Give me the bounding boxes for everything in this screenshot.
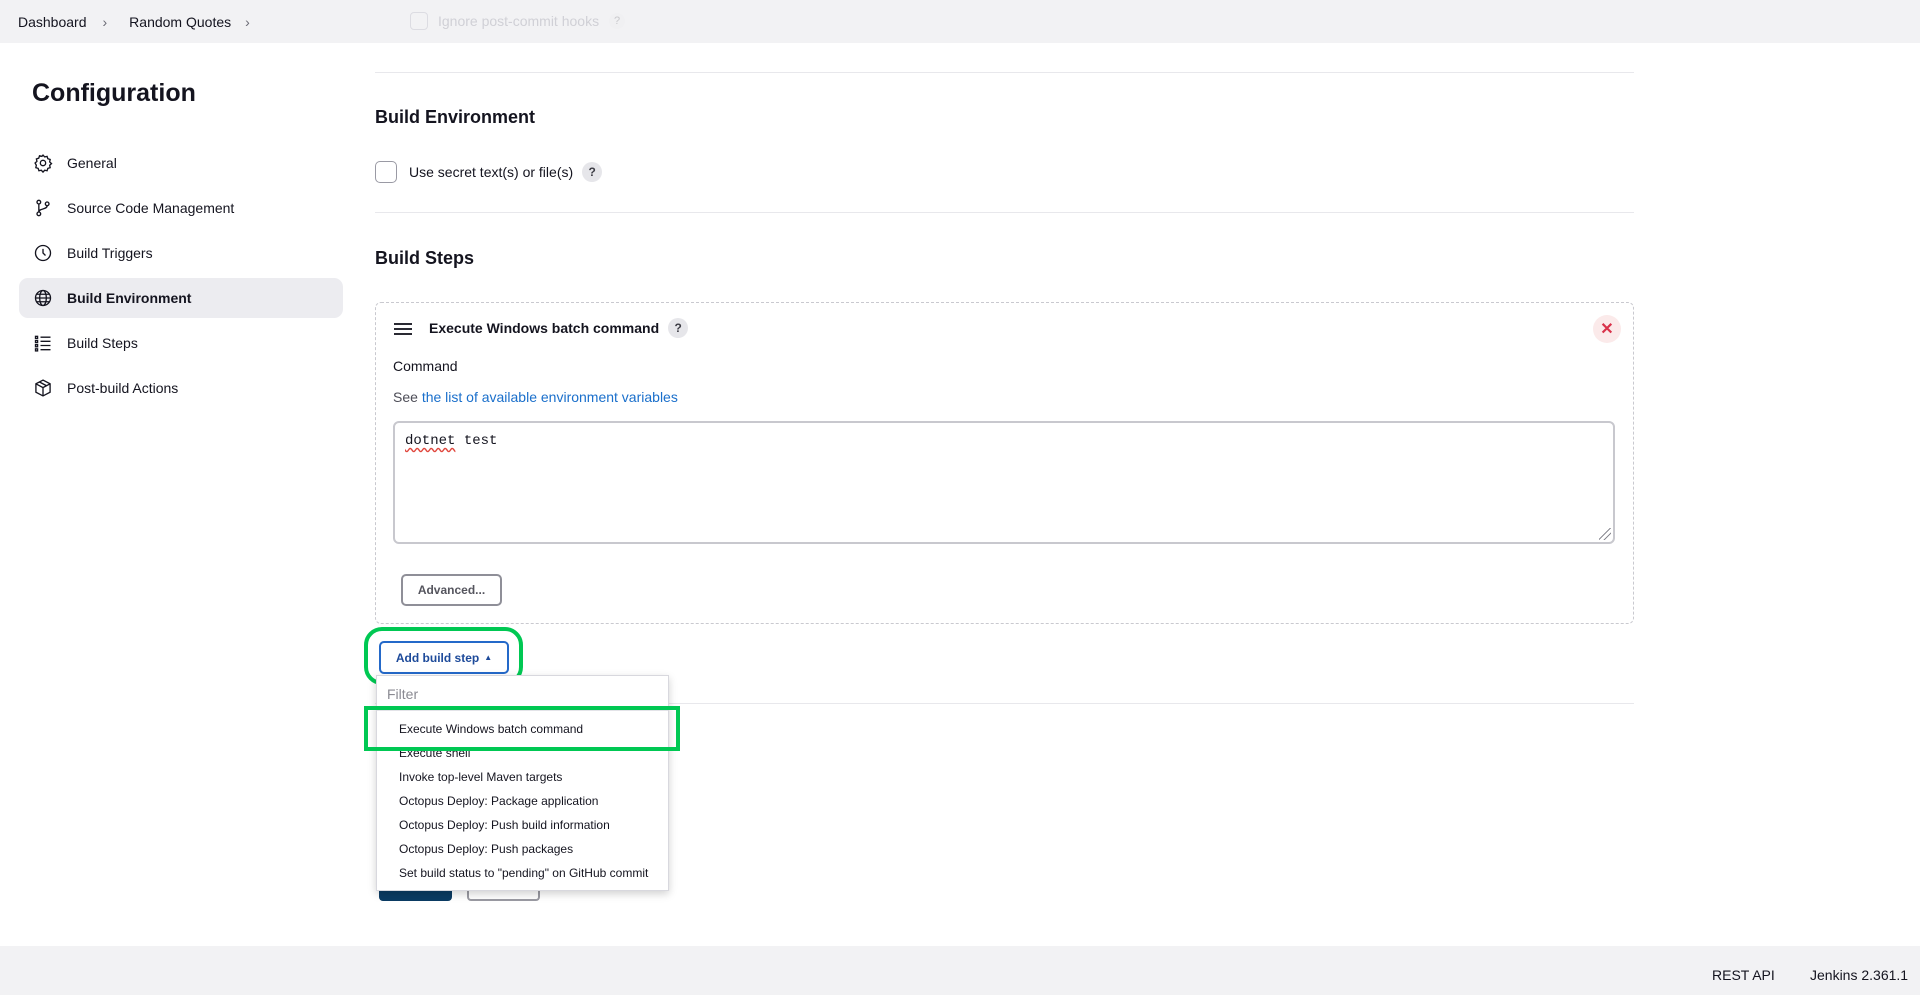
command-textarea[interactable]: dotnet test xyxy=(393,421,1615,544)
menu-item-octopus-package[interactable]: Octopus Deploy: Package application xyxy=(377,789,668,813)
see-prefix: See xyxy=(393,389,418,405)
use-secret-label[interactable]: Use secret text(s) or file(s) xyxy=(409,164,573,180)
caret-up-icon: ▲ xyxy=(484,653,493,662)
sidebar-item-general[interactable]: General xyxy=(19,143,343,183)
build-step-card: Execute Windows batch command ? ✕ Comman… xyxy=(375,302,1634,624)
drag-handle-icon[interactable] xyxy=(394,323,412,338)
secret-checkbox-row: Use secret text(s) or file(s) ? xyxy=(375,161,603,183)
sidebar-item-label: Build Steps xyxy=(67,335,138,351)
ignore-hooks-checkbox[interactable] xyxy=(410,12,428,30)
breadcrumb-dashboard[interactable]: Dashboard xyxy=(18,14,87,30)
chevron-right-icon[interactable]: › xyxy=(245,14,250,30)
section-title-build-steps: Build Steps xyxy=(375,248,475,268)
resize-handle-icon[interactable] xyxy=(1599,528,1611,540)
sidebar-item-label: Post-build Actions xyxy=(67,380,179,396)
divider xyxy=(375,72,1634,73)
clock-icon xyxy=(34,244,52,262)
sidebar-item-build-environment[interactable]: Build Environment xyxy=(19,278,343,318)
command-word-test: test xyxy=(455,433,498,449)
rest-api-link[interactable]: REST API xyxy=(1712,967,1775,983)
menu-item-github-pending-status[interactable]: Set build status to "pending" on GitHub … xyxy=(377,861,668,885)
list-icon xyxy=(34,335,51,352)
menu-item-octopus-build-info[interactable]: Octopus Deploy: Push build information xyxy=(377,813,668,837)
help-icon[interactable]: ? xyxy=(582,162,603,182)
section-title-build-environment: Build Environment xyxy=(375,107,536,127)
use-secret-checkbox[interactable] xyxy=(375,161,397,183)
highlight-execute-windows-batch xyxy=(364,706,680,751)
menu-item-invoke-maven[interactable]: Invoke top-level Maven targets xyxy=(377,765,668,789)
command-word-dotnet: dotnet xyxy=(405,433,456,449)
env-vars-hint: See the list of available environment va… xyxy=(393,389,678,405)
step-title-text: Execute Windows batch command xyxy=(429,320,660,336)
breadcrumb-random-quotes[interactable]: Random Quotes xyxy=(129,14,231,30)
page-title: Configuration xyxy=(32,79,196,107)
close-icon[interactable]: ✕ xyxy=(1593,315,1621,343)
ignore-hooks-label: Ignore post-commit hooks xyxy=(438,13,600,29)
advanced-button[interactable]: Advanced... xyxy=(401,574,502,606)
ignore-hooks-row: Ignore post-commit hooks ? xyxy=(410,12,626,30)
breadcrumb-bar: Dashboard › Random Quotes › Ignore post-… xyxy=(0,0,1920,43)
add-build-step-button[interactable]: Add build step ▲ xyxy=(379,641,509,674)
sidebar-item-label: General xyxy=(67,155,117,171)
help-icon[interactable]: ? xyxy=(609,13,626,29)
help-icon[interactable]: ? xyxy=(668,318,689,338)
sidebar-item-post-build-actions[interactable]: Post-build Actions xyxy=(19,368,343,408)
footer: REST API Jenkins 2.361.1 xyxy=(0,946,1920,995)
package-icon xyxy=(35,379,51,397)
sidebar-item-label: Source Code Management xyxy=(67,200,235,216)
divider xyxy=(375,212,1634,213)
branch-icon xyxy=(36,199,50,217)
add-build-step-label: Add build step xyxy=(395,650,480,665)
menu-item-octopus-push-packages[interactable]: Octopus Deploy: Push packages xyxy=(377,837,668,861)
command-label: Command xyxy=(393,358,458,374)
sidebar-item-label: Build Environment xyxy=(67,290,192,306)
jenkins-version-link[interactable]: Jenkins 2.361.1 xyxy=(1810,967,1908,983)
sidebar-item-source-code-management[interactable]: Source Code Management xyxy=(19,188,343,228)
chevron-right-icon[interactable]: › xyxy=(103,14,108,30)
sidebar-item-build-triggers[interactable]: Build Triggers xyxy=(19,233,343,273)
globe-icon xyxy=(34,289,52,307)
gear-icon xyxy=(34,154,53,173)
env-vars-link[interactable]: the list of available environment variab… xyxy=(422,389,678,405)
sidebar-item-build-steps[interactable]: Build Steps xyxy=(19,323,343,363)
step-title: Execute Windows batch command ? xyxy=(429,318,689,338)
sidebar-item-label: Build Triggers xyxy=(67,245,153,261)
